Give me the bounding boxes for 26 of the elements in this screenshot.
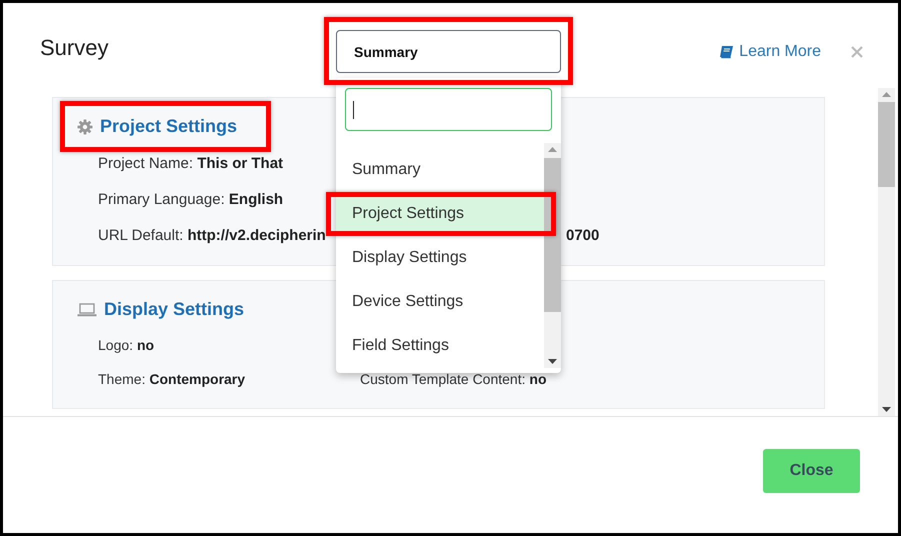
scrollbar[interactable] bbox=[544, 143, 561, 368]
setting-text: Custom Template Content: no bbox=[360, 370, 546, 389]
dialog-title: Survey bbox=[40, 35, 108, 61]
scroll-down-icon[interactable] bbox=[882, 407, 891, 412]
setting-text: URL Default: http://v2.decipherin bbox=[98, 226, 327, 246]
dropdown-option[interactable]: Field Settings bbox=[336, 324, 544, 368]
scroll-up-icon[interactable] bbox=[882, 92, 891, 97]
section-select[interactable]: Summary bbox=[336, 30, 561, 73]
section-title: Display Settings bbox=[104, 299, 244, 320]
section-title: Project Settings bbox=[100, 116, 238, 137]
setting-text: 0700 bbox=[566, 226, 600, 246]
scrollbar[interactable] bbox=[878, 88, 895, 416]
scroll-up-icon[interactable] bbox=[548, 147, 557, 152]
gear-icon bbox=[77, 118, 93, 134]
search-field[interactable] bbox=[345, 88, 552, 131]
scroll-down-icon[interactable] bbox=[548, 359, 557, 364]
learn-more-link[interactable]: Learn More bbox=[719, 43, 821, 61]
close-icon[interactable] bbox=[851, 46, 863, 58]
dropdown-option[interactable]: Display Settings bbox=[336, 236, 544, 280]
close-button[interactable]: Close bbox=[763, 449, 860, 493]
dropdown-option[interactable]: Device Settings bbox=[336, 280, 544, 324]
setting-text: Theme: Contemporary bbox=[98, 370, 246, 389]
laptop-icon bbox=[77, 302, 97, 316]
book-icon bbox=[719, 45, 734, 59]
setting-text: Primary Language: English bbox=[98, 190, 284, 210]
dropdown-option[interactable]: Summary bbox=[336, 148, 544, 192]
